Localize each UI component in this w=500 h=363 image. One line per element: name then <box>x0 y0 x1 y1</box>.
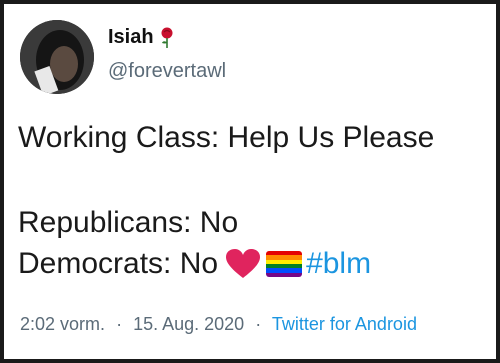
tweet-meta: 2:02 vorm. · 15. Aug. 2020 · Twitter for… <box>20 314 417 335</box>
tweet-text-line: Republicans: No <box>18 206 239 239</box>
rainbow-flag-icon <box>266 251 303 277</box>
avatar[interactable] <box>20 20 94 94</box>
rose-icon <box>161 27 173 48</box>
red-heart-icon <box>226 249 261 278</box>
tweet-time[interactable]: 2:02 vorm. <box>20 314 105 334</box>
tweet-source-link[interactable]: Twitter for Android <box>272 314 417 334</box>
tweet-text-line: Working Class: Help Us Please <box>18 121 435 154</box>
tweet-card: Isiah @forevertawl Working Class: Help U… <box>4 4 496 359</box>
author-name-row: Isiah <box>108 26 174 49</box>
separator: · <box>116 314 123 334</box>
tweet-text: Democrats: No <box>18 247 219 280</box>
hashtag-link[interactable]: #blm <box>306 247 371 281</box>
separator: · <box>255 314 262 334</box>
avatar-image <box>20 20 94 94</box>
author-name[interactable]: Isiah <box>108 26 154 49</box>
tweet-date[interactable]: 15. Aug. 2020 <box>133 314 244 334</box>
tweet-text-line-with-emoji: Democrats: No #blm <box>18 247 371 281</box>
author-handle[interactable]: @forevertawl <box>108 60 226 83</box>
